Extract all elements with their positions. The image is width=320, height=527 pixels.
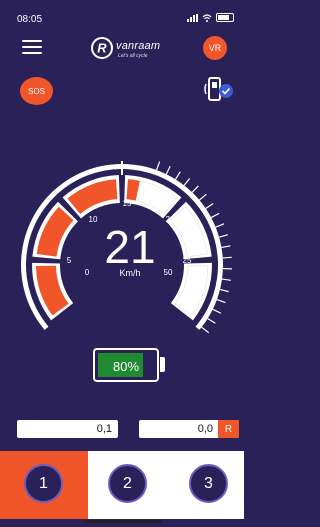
battery-terminal <box>160 357 165 372</box>
trip-distance-value: 0,1 <box>96 423 112 435</box>
trip-reset-button[interactable]: R <box>218 420 239 438</box>
gauge-minor-tick <box>212 308 222 314</box>
speed-unit: Km/h <box>119 268 141 278</box>
assist-mode-bar: 1 2 3 <box>0 451 244 519</box>
home-indicator <box>84 520 162 523</box>
gauge-minor-tick <box>155 161 161 171</box>
gauge-minor-tick <box>215 223 225 228</box>
gauge-minor-tick <box>222 256 232 259</box>
svg-text:R: R <box>97 41 107 56</box>
gauge-minor-tick <box>221 278 232 281</box>
status-icons <box>187 13 234 22</box>
trip-reset-field: 0,0 R <box>139 420 239 438</box>
gauge-minor-tick <box>183 177 191 186</box>
gauge-minor-tick <box>221 245 231 249</box>
assist-mode-1-button[interactable]: 1 <box>24 464 63 503</box>
battery-indicator: 80% <box>93 348 159 382</box>
battery-status-icon <box>216 13 234 22</box>
user-avatar[interactable]: VR <box>203 36 227 60</box>
logo-mark-icon: R <box>91 37 113 59</box>
sos-button[interactable]: SOS <box>20 77 53 105</box>
status-time: 08:05 <box>17 14 43 25</box>
menu-button[interactable] <box>22 40 42 56</box>
gauge-minor-tick <box>218 234 228 238</box>
assist-mode-2-button[interactable]: 2 <box>108 464 147 503</box>
brand-name: vanraam <box>116 40 161 52</box>
tick-label-5: 5 <box>66 256 72 265</box>
gauge-minor-tick <box>219 288 229 293</box>
assist-mode-3-button[interactable]: 3 <box>189 464 228 503</box>
gauge-minor-tick <box>191 185 199 193</box>
tick-label-10: 10 <box>88 215 98 224</box>
gauge-minor-tick <box>165 165 171 175</box>
status-bar: 08:05 <box>0 0 244 28</box>
gauge-minor-tick <box>207 318 216 324</box>
brand-tagline: Let's all cycle <box>118 53 148 59</box>
battery-percent: 80% <box>112 359 140 374</box>
tick-label-20: 20 <box>165 215 175 224</box>
current-speed: 21 <box>104 221 156 273</box>
gauge-minor-tick <box>175 171 181 180</box>
bike-connection-icon[interactable] <box>204 76 236 104</box>
gauge-minor-tick <box>205 202 214 210</box>
trip-reset-value: 0,0 <box>197 423 213 435</box>
tick-label-15: 15 <box>122 199 132 208</box>
wifi-icon <box>202 13 212 22</box>
signal-icon <box>187 13 198 22</box>
brand-logo: R vanraam Let's all cycle <box>90 36 180 62</box>
trip-distance-field: 0,1 <box>17 420 118 438</box>
gauge-minor-tick <box>201 326 210 334</box>
gauge-minor-tick <box>210 212 220 219</box>
tick-label-25: 25 <box>182 256 192 265</box>
gauge-minor-tick <box>198 193 207 201</box>
gauge-minor-tick <box>216 298 226 304</box>
